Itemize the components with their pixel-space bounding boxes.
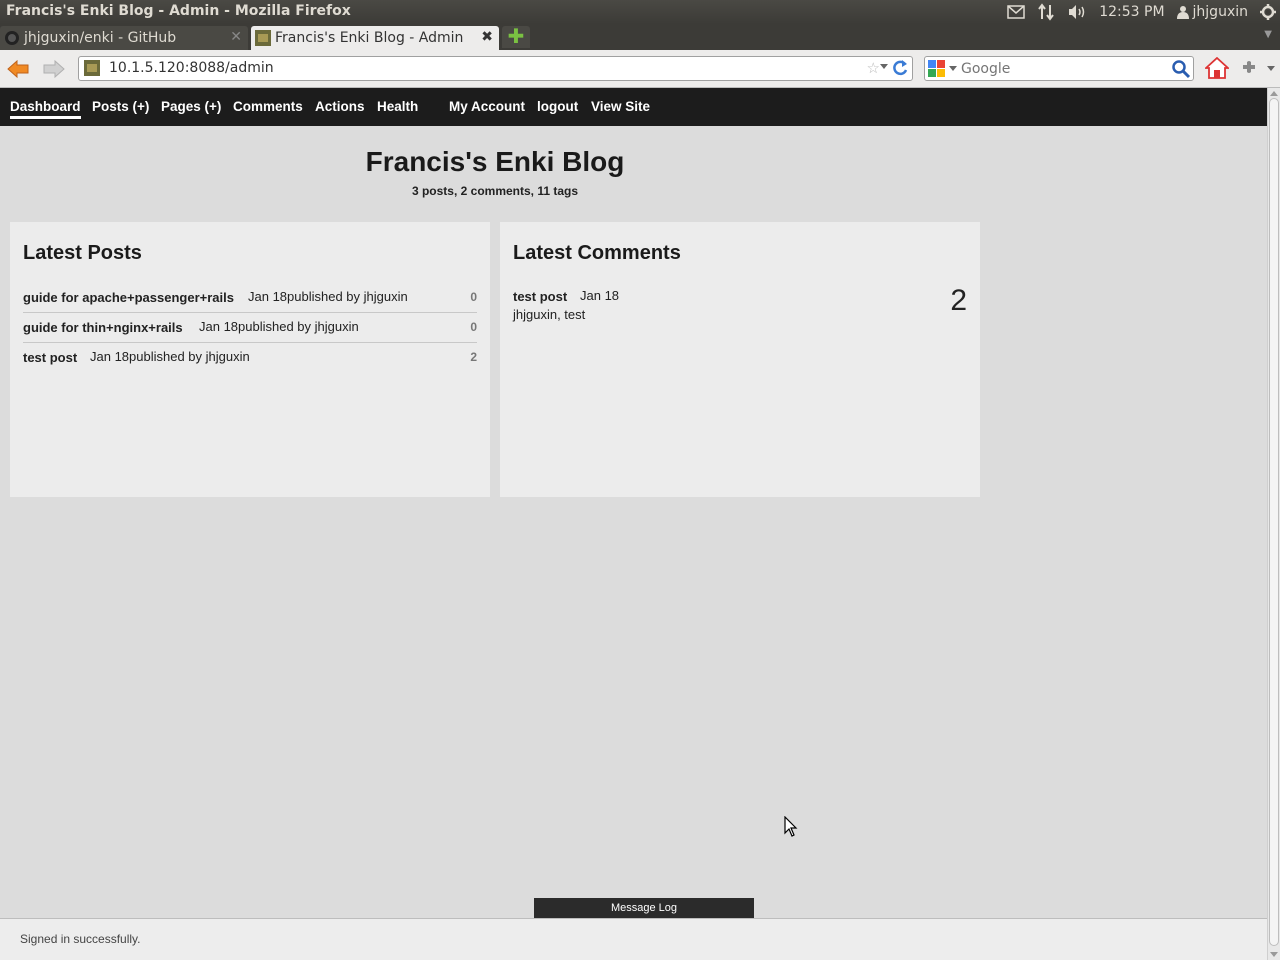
admin-navigation: Dashboard Posts (+) Pages (+) Comments A… <box>0 88 1267 126</box>
enki-favicon-icon <box>255 30 271 46</box>
google-engine-icon[interactable] <box>928 60 945 77</box>
search-icon[interactable] <box>1171 59 1191 83</box>
close-tab-icon[interactable]: ✕ <box>230 29 242 45</box>
tab-admin[interactable]: Francis's Enki Blog - Admin ✖ <box>251 26 499 50</box>
site-favicon-icon <box>84 60 100 76</box>
forward-button[interactable] <box>42 58 66 80</box>
history-dropdown-icon[interactable] <box>880 64 888 69</box>
vertical-scrollbar[interactable] <box>1267 88 1280 960</box>
nav-my-account[interactable]: My Account <box>449 99 525 116</box>
search-bar[interactable] <box>924 56 1194 81</box>
url-text[interactable]: 10.1.5.120:8088/admin <box>109 60 274 76</box>
nav-logout[interactable]: logout <box>537 99 578 116</box>
page-viewport: Dashboard Posts (+) Pages (+) Comments A… <box>0 88 1267 960</box>
network-icon[interactable] <box>1037 3 1055 21</box>
post-meta: Jan 18published by jhjguxin <box>248 289 408 304</box>
clock[interactable]: 12:53 PM <box>1099 4 1164 20</box>
url-bar[interactable]: 10.1.5.120:8088/admin ☆ <box>78 56 913 81</box>
latest-comments-heading: Latest Comments <box>513 242 681 264</box>
close-tab-icon[interactable]: ✖ <box>481 29 493 45</box>
flash-message: Signed in successfully. <box>20 932 141 946</box>
mail-icon[interactable] <box>1007 5 1025 19</box>
message-log-toggle[interactable]: Message Log <box>534 898 754 918</box>
home-icon <box>1203 56 1231 79</box>
post-row: guide for apache+passenger+rails Jan 18p… <box>23 283 477 313</box>
volume-icon[interactable] <box>1067 4 1087 20</box>
user-name: jhjguxin <box>1192 4 1248 20</box>
comment-date: Jan 18 <box>580 288 620 303</box>
user-icon <box>1176 6 1189 19</box>
comment-authors: jhjguxin, test <box>513 307 586 322</box>
mouse-cursor-icon <box>784 815 798 843</box>
tab-label: jhjguxin/enki - GitHub <box>24 30 177 46</box>
nav-dashboard[interactable]: Dashboard <box>10 99 81 119</box>
tab-github[interactable]: jhjguxin/enki - GitHub ✕ <box>0 26 248 50</box>
puzzle-icon <box>1243 61 1255 73</box>
bookmark-star-icon[interactable]: ☆ <box>867 59 880 77</box>
scroll-up-icon[interactable] <box>1270 91 1278 96</box>
comment-count[interactable]: 2 <box>950 284 967 318</box>
post-comment-count[interactable]: 0 <box>470 290 477 304</box>
power-icon[interactable] <box>1260 4 1276 20</box>
back-button[interactable] <box>6 58 30 80</box>
tab-list-chevron-down-icon[interactable]: ▼ <box>1264 29 1272 40</box>
post-meta: Jan 18published by jhjguxin <box>199 319 359 334</box>
post-comment-count[interactable]: 2 <box>470 350 477 364</box>
latest-posts-panel: Latest Posts guide for apache+passenger+… <box>10 222 490 497</box>
post-row: test post Jan 18published by jhjguxin 2 <box>23 343 477 373</box>
window-titlebar: Francis's Enki Blog - Admin - Mozilla Fi… <box>0 0 1280 24</box>
flash-bar: Signed in successfully. <box>0 918 1267 960</box>
nav-posts[interactable]: Posts (+) <box>92 99 149 116</box>
scroll-down-icon[interactable] <box>1270 952 1278 957</box>
back-arrow-icon <box>7 59 29 79</box>
forward-arrow-icon <box>43 59 65 79</box>
github-favicon-icon <box>5 31 19 45</box>
chevron-down-icon[interactable] <box>1267 66 1275 71</box>
post-title-link[interactable]: test post <box>23 350 77 365</box>
post-meta: Jan 18published by jhjguxin <box>90 349 250 364</box>
nav-comments[interactable]: Comments <box>233 99 303 116</box>
engine-dropdown-icon[interactable] <box>949 66 957 71</box>
tab-strip: jhjguxin/enki - GitHub ✕ Francis's Enki … <box>0 24 1280 50</box>
tab-label: Francis's Enki Blog - Admin <box>275 30 464 46</box>
blog-stats: 3 posts, 2 comments, 11 tags <box>411 184 579 198</box>
nav-health[interactable]: Health <box>377 99 418 116</box>
new-tab-button[interactable]: ✚ <box>502 26 530 48</box>
nav-view-site[interactable]: View Site <box>591 99 650 116</box>
reload-icon[interactable] <box>890 58 910 82</box>
post-title-link[interactable]: guide for apache+passenger+rails <box>23 290 234 305</box>
scroll-thumb[interactable] <box>1269 98 1279 946</box>
window-title: Francis's Enki Blog - Admin - Mozilla Fi… <box>6 3 351 19</box>
user-menu[interactable]: jhjguxin <box>1176 4 1248 20</box>
page-title: Francis's Enki Blog <box>365 146 625 177</box>
post-row: guide for thin+nginx+rails Jan 18publish… <box>23 313 477 343</box>
system-tray: 12:53 PM jhjguxin <box>1007 0 1280 24</box>
latest-posts-heading: Latest Posts <box>23 242 142 264</box>
nav-actions[interactable]: Actions <box>315 99 365 116</box>
latest-comments-panel: Latest Comments test post Jan 18 jhjguxi… <box>500 222 980 497</box>
home-button[interactable] <box>1203 56 1231 83</box>
nav-pages[interactable]: Pages (+) <box>161 99 221 116</box>
search-input[interactable] <box>961 59 1161 78</box>
post-comment-count[interactable]: 0 <box>470 320 477 334</box>
navigation-toolbar: 10.1.5.120:8088/admin ☆ <box>0 50 1280 88</box>
comment-post-link[interactable]: test post <box>513 289 567 304</box>
post-title-link[interactable]: guide for thin+nginx+rails <box>23 320 183 335</box>
plus-icon: ✚ <box>507 24 525 48</box>
addon-button[interactable] <box>1241 59 1259 79</box>
